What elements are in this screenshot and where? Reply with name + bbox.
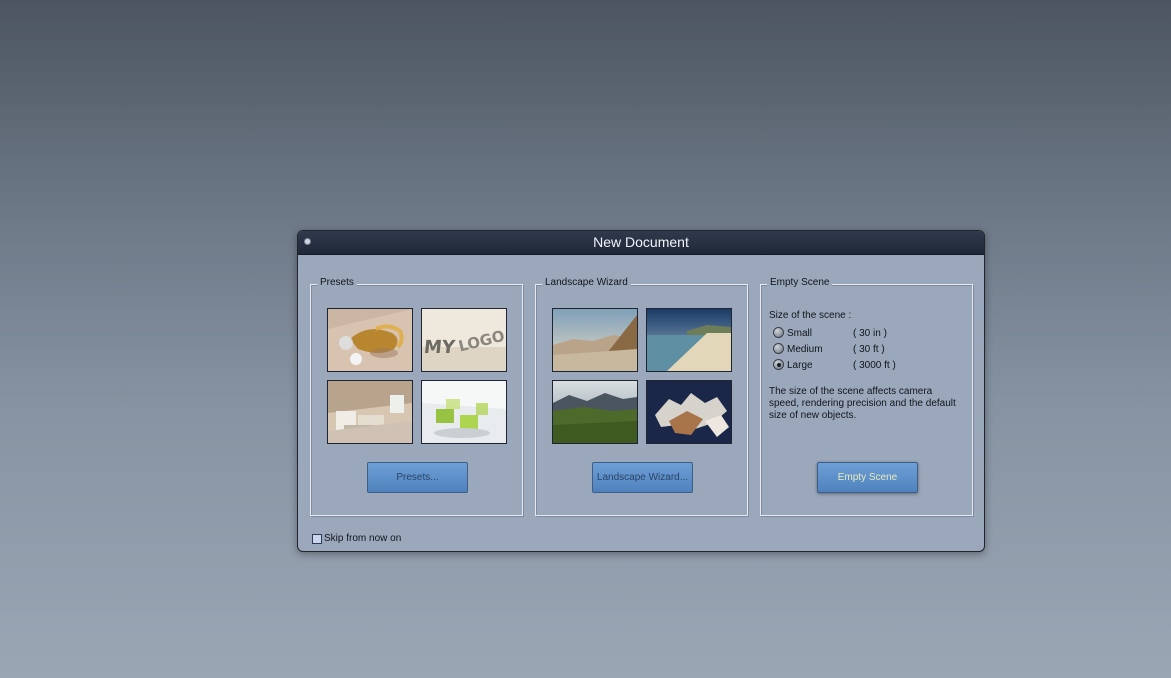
landscape-thumbnail-hills[interactable] bbox=[552, 380, 638, 444]
presets-button[interactable]: Presets... bbox=[367, 462, 468, 493]
option-large-size: ( 3000 ft ) bbox=[853, 360, 896, 371]
radio-large[interactable] bbox=[773, 359, 784, 370]
landscape-thumbnail-desert[interactable] bbox=[552, 308, 638, 372]
skip-label[interactable]: Skip from now on bbox=[324, 533, 401, 544]
new-document-dialog: New Document Presets MY LOGO Presets... … bbox=[297, 230, 985, 552]
preset-thumbnail-glass-letters[interactable] bbox=[421, 380, 507, 444]
radio-medium[interactable] bbox=[773, 343, 784, 354]
option-medium-size: ( 30 ft ) bbox=[853, 344, 885, 355]
option-small-label[interactable]: Small bbox=[787, 328, 812, 339]
skip-checkbox[interactable] bbox=[312, 534, 322, 544]
option-medium-label[interactable]: Medium bbox=[787, 344, 823, 355]
option-small-size: ( 30 in ) bbox=[853, 328, 887, 339]
title-bar[interactable]: New Document bbox=[298, 231, 984, 255]
option-large-label[interactable]: Large bbox=[787, 360, 813, 371]
scene-size-description: The size of the scene affects camera spe… bbox=[769, 386, 956, 421]
presets-group-label: Presets bbox=[317, 277, 357, 288]
empty-scene-button[interactable]: Empty Scene bbox=[817, 462, 918, 493]
empty-scene-group: Empty Scene Size of the scene : Small ( … bbox=[760, 277, 973, 516]
preset-thumbnail-logo[interactable]: MY LOGO bbox=[421, 308, 507, 372]
scene-size-label: Size of the scene : bbox=[769, 310, 852, 321]
landscape-thumbnail-coast[interactable] bbox=[646, 308, 732, 372]
landscape-wizard-group-label: Landscape Wizard bbox=[542, 277, 631, 288]
dialog-title: New Document bbox=[593, 234, 689, 250]
empty-scene-group-label: Empty Scene bbox=[767, 277, 833, 288]
preset-thumbnail-interior[interactable] bbox=[327, 380, 413, 444]
presets-group: Presets MY LOGO Presets... bbox=[310, 277, 523, 516]
radio-small[interactable] bbox=[773, 327, 784, 338]
landscape-wizard-group: Landscape Wizard Landscape Wizard... bbox=[535, 277, 748, 516]
landscape-thumbnail-rocky-island[interactable] bbox=[646, 380, 732, 444]
landscape-wizard-button[interactable]: Landscape Wizard... bbox=[592, 462, 693, 493]
preset-thumbnail-trumpet[interactable] bbox=[327, 308, 413, 372]
svg-text:MY: MY bbox=[423, 337, 457, 358]
